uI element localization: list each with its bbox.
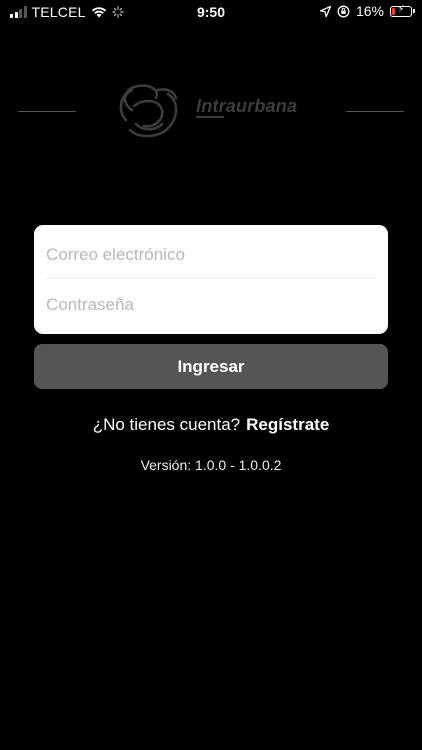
version-label: Versión: 1.0.0 - 1.0.0.2	[140, 457, 282, 473]
email-field[interactable]	[46, 230, 376, 280]
status-right: 16% ⚡	[319, 3, 415, 19]
status-bar: TELCEL 9:50 16% ⚡	[0, 0, 422, 26]
field-divider	[46, 278, 376, 279]
signup-row: ¿No tienes cuenta? Regístrate	[0, 415, 422, 435]
signup-link[interactable]: Regístrate	[246, 415, 329, 434]
signup-prompt: ¿No tienes cuenta?	[92, 415, 241, 434]
logo-divider-left	[18, 111, 76, 112]
login-form	[34, 225, 388, 334]
charging-bolt-icon: ⚡	[397, 3, 405, 15]
logo-divider-right	[346, 111, 404, 112]
location-arrow-icon	[319, 5, 331, 17]
password-field[interactable]	[46, 280, 376, 330]
brand-name: Intraurbana	[196, 96, 298, 116]
orientation-lock-icon	[337, 5, 350, 17]
intraurbana-logo-icon	[119, 84, 178, 138]
battery-percent: 16%	[355, 3, 384, 19]
logo-header: Intraurbana	[0, 80, 422, 142]
brand-underline	[196, 116, 224, 118]
login-button[interactable]: Ingresar	[34, 344, 388, 389]
battery-charging-icon: ⚡	[390, 3, 415, 17]
